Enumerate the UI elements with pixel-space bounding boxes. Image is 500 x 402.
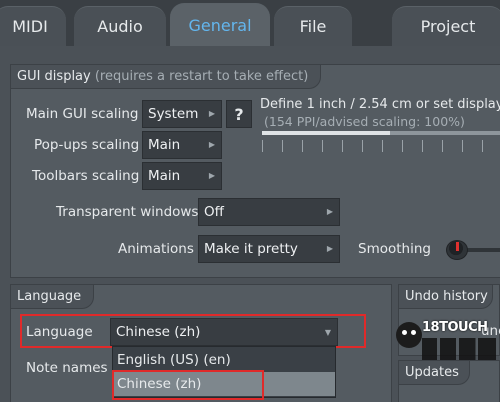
undo-history-title: Undo history (405, 289, 488, 304)
tab-bar: MIDI Audio General File Project (0, 0, 500, 46)
popups-scaling-select[interactable]: Main ▶ (142, 131, 222, 159)
popups-scaling-label: Pop-ups scaling (34, 137, 140, 153)
tab-label: General (188, 15, 252, 35)
watermark-text: 18TOUCH (422, 320, 488, 335)
language-highlight-box (20, 314, 366, 348)
chevron-right-icon: ▶ (208, 109, 215, 118)
animations-select[interactable]: Make it pretty ▶ (198, 235, 340, 263)
main-gui-scaling-value: System (148, 106, 199, 122)
chevron-right-icon: ▶ (208, 140, 215, 149)
tab-file[interactable]: File (274, 6, 352, 46)
question-icon: ? (234, 104, 244, 124)
tab-label: MIDI (12, 17, 48, 36)
define-inch-subtext: (154 PPI/advised scaling: 100%) (264, 114, 465, 129)
tab-general[interactable]: General (170, 3, 270, 46)
transparent-windows-value: Off (204, 204, 224, 220)
knob-indicator (456, 242, 459, 251)
watermark-logo: 18TOUCH (396, 318, 500, 362)
help-button[interactable]: ? (226, 100, 252, 128)
chinese-highlight-box (112, 370, 264, 400)
gui-display-header: GUI display (requires a restart to take … (11, 65, 322, 89)
language-panel-title: Language (17, 289, 82, 304)
tab-label: Project (420, 17, 476, 36)
define-inch-slider-fill (262, 131, 390, 135)
tab-label: File (299, 17, 327, 36)
chevron-right-icon: ▶ (326, 244, 333, 253)
tab-midi[interactable]: MIDI (0, 6, 66, 46)
note-names-label: Note names (26, 360, 108, 376)
popups-scaling-value: Main (148, 137, 181, 153)
tab-project[interactable]: Project (392, 6, 500, 46)
smoothing-label: Smoothing (358, 241, 431, 257)
undo-history-header: Undo history (399, 285, 493, 309)
main-gui-scaling-select[interactable]: System ▶ (142, 100, 222, 128)
chevron-right-icon: ▶ (208, 171, 215, 180)
cat-eye-icon (402, 330, 407, 335)
cat-eye-icon (411, 330, 416, 335)
main-gui-scaling-label: Main GUI scaling (26, 106, 139, 122)
chevron-right-icon: ▶ (326, 207, 333, 216)
gui-display-hint: (requires a restart to take effect) (94, 69, 309, 84)
transparent-windows-label: Transparent windows (56, 204, 199, 220)
tab-audio[interactable]: Audio (74, 6, 166, 46)
transparent-windows-select[interactable]: Off ▶ (198, 198, 340, 226)
toolbars-scaling-value: Main (148, 168, 181, 184)
smoothing-knob[interactable] (442, 240, 500, 260)
updates-panel: Updates (398, 360, 500, 402)
gui-display-title: GUI display (17, 69, 91, 84)
tab-label: Audio (97, 17, 143, 36)
toolbars-scaling-label: Toolbars scaling (32, 168, 140, 184)
animations-label: Animations (118, 241, 194, 257)
define-inch-ruler-ticks (262, 140, 500, 152)
define-inch-text: Define 1 inch / 2.54 cm or set display (260, 97, 500, 112)
watermark-glyphs (422, 338, 496, 360)
language-header: Language (11, 285, 95, 309)
animations-value: Make it pretty (204, 241, 298, 257)
toolbars-scaling-select[interactable]: Main ▶ (142, 162, 222, 190)
updates-title: Updates (405, 365, 459, 380)
language-option-english[interactable]: English (US) (en) (113, 348, 335, 372)
updates-header: Updates (399, 361, 470, 385)
cat-logo-icon (396, 322, 422, 348)
